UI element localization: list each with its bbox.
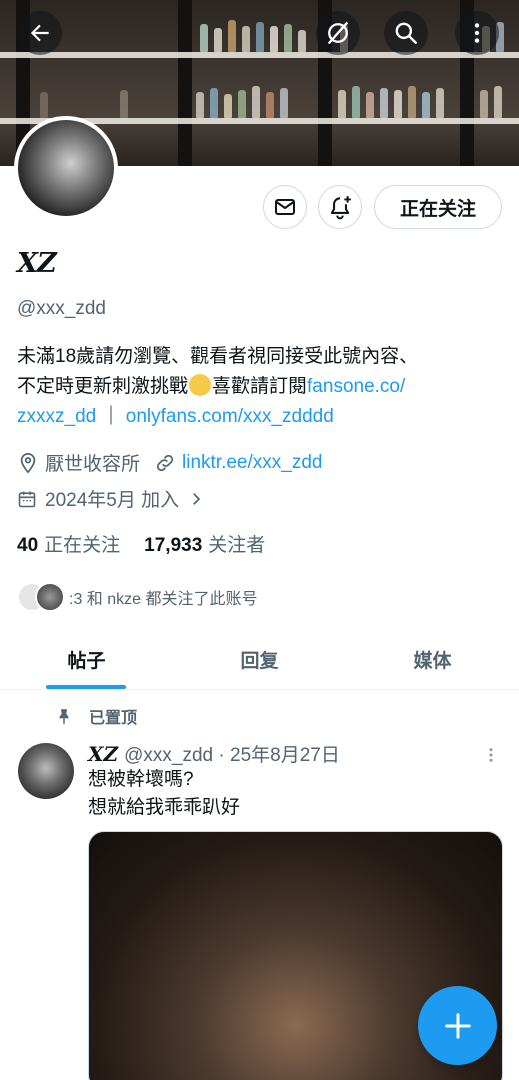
followers-stat[interactable]: 17,933 关注者 xyxy=(144,530,265,557)
back-button[interactable] xyxy=(18,11,62,55)
following-count: 40 xyxy=(17,535,39,556)
bio-link-fansone[interactable]: fansone.co/ xyxy=(307,376,405,397)
banner-decor xyxy=(196,92,204,118)
banner-decor xyxy=(256,22,264,52)
tab-label: 媒体 xyxy=(413,651,452,672)
pinned-label: 已置顶 xyxy=(89,710,138,727)
post-avatar[interactable] xyxy=(18,743,74,799)
banner-decor xyxy=(480,90,488,118)
message-button[interactable] xyxy=(263,185,307,229)
tab-media[interactable]: 媒体 xyxy=(346,630,519,689)
followers-label: 关注者 xyxy=(208,535,266,556)
search-icon xyxy=(395,22,417,44)
bio-line: 不定時更新刺激挑戰 喜歡請訂閱fansone.co/ xyxy=(17,372,507,402)
bell-plus-icon xyxy=(330,196,351,220)
grok-button[interactable] xyxy=(316,11,360,55)
post-author[interactable]: XZ xyxy=(88,742,118,766)
tab-label: 回复 xyxy=(240,651,279,672)
plus-icon xyxy=(444,1012,471,1039)
banner-decor xyxy=(242,26,250,52)
banner-decor xyxy=(394,90,402,118)
more-button[interactable] xyxy=(455,11,499,55)
pinned-indicator: 已置顶 xyxy=(55,704,137,728)
banner-decor xyxy=(352,86,360,118)
envelope-icon xyxy=(275,199,295,215)
search-button[interactable] xyxy=(384,11,428,55)
post-text: 想被幹壞嗎? 想就給我乖乖趴好 xyxy=(88,766,240,822)
banner-decor xyxy=(284,24,292,52)
bio-text: 喜歡請訂閱 xyxy=(212,376,308,397)
banner-decor xyxy=(228,20,236,52)
following-label: 正在关注 xyxy=(44,535,121,556)
followers-count: 17,933 xyxy=(144,535,203,556)
profile-tabs: 帖子 回复 媒体 xyxy=(0,630,519,690)
tab-replies[interactable]: 回复 xyxy=(173,630,346,689)
banner-decor xyxy=(120,90,128,118)
calendar-icon xyxy=(18,491,36,507)
banner-decor xyxy=(270,26,278,52)
mutual-text: :3 和 nkze 都关注了此账号 xyxy=(69,591,258,608)
user-handle: @xxx_zdd xyxy=(17,298,106,319)
pin-icon xyxy=(59,709,69,725)
shushing-emoji-icon xyxy=(189,374,212,396)
website-link[interactable]: linktr.ee/xxx_zdd xyxy=(182,452,322,474)
banner-decor xyxy=(40,92,48,118)
following-button[interactable]: 正在关注 xyxy=(374,185,502,229)
post-more-button[interactable] xyxy=(482,744,500,771)
banner-decor xyxy=(210,88,218,118)
following-stat[interactable]: 40 正在关注 xyxy=(17,530,120,557)
banner-decor xyxy=(422,92,430,118)
post-line: 想就給我乖乖趴好 xyxy=(88,797,241,818)
compose-button[interactable] xyxy=(418,986,497,1065)
post-line: 想被幹壞嗎? xyxy=(88,769,194,790)
bio-text: 不定時更新刺激挑戰 xyxy=(17,376,189,397)
banner-decor xyxy=(0,52,519,58)
tab-posts[interactable]: 帖子 xyxy=(0,630,173,689)
banner-decor xyxy=(380,88,388,118)
chevron-right-icon xyxy=(193,492,201,505)
bio-link-fansone-cont[interactable]: zxxxz_dd xyxy=(17,406,96,427)
banner-decor xyxy=(238,90,246,118)
link-icon xyxy=(156,454,174,471)
banner-decor xyxy=(266,92,274,118)
banner-decor xyxy=(214,28,222,52)
location-text: 厭世收容所 xyxy=(45,454,141,475)
back-arrow-icon xyxy=(30,24,49,42)
banner-decor xyxy=(436,88,444,118)
banner-decor xyxy=(280,88,288,118)
post-handle-date: @xxx_zdd · 25年8月27日 xyxy=(124,745,340,766)
banner-decor xyxy=(178,0,192,166)
profile-avatar[interactable] xyxy=(14,116,118,220)
profile-meta-row: 厭世收容所 linktr.ee/xxx_zdd xyxy=(17,449,322,476)
banner-decor xyxy=(494,86,502,118)
grok-icon xyxy=(327,21,349,45)
notifications-button[interactable] xyxy=(318,185,362,229)
tab-label: 帖子 xyxy=(67,651,106,672)
banner-decor xyxy=(298,30,306,52)
banner-decor xyxy=(200,24,208,52)
bio-separator: ｜ xyxy=(96,406,121,427)
mutual-followers[interactable]: :3 和 nkze 都关注了此账号 xyxy=(17,582,257,612)
post-header: XZ @xxx_zdd · 25年8月27日 xyxy=(88,740,340,767)
mutual-avatar xyxy=(35,582,65,612)
more-vertical-icon xyxy=(489,748,493,762)
banner-decor xyxy=(252,86,260,118)
display-name: XZ xyxy=(17,248,57,279)
banner-decor xyxy=(338,90,346,118)
bio-line: zxxxz_dd ｜ onlyfans.com/xxx_zdddd xyxy=(17,402,507,432)
banner-decor xyxy=(408,86,416,118)
more-vertical-icon xyxy=(474,23,480,43)
bio-link-onlyfans[interactable]: onlyfans.com/xxx_zdddd xyxy=(126,406,334,427)
banner-decor xyxy=(224,94,232,118)
follow-stats: 40 正在关注 17,933 关注者 xyxy=(17,530,265,557)
joined-date: 2024年5月 加入 xyxy=(45,490,180,511)
profile-bio: 未滿18歲請勿瀏覽、觀看者視同接受此號內容、 不定時更新刺激挑戰 喜歡請訂閱fan… xyxy=(17,342,507,432)
bio-line: 未滿18歲請勿瀏覽、觀看者視同接受此號內容、 xyxy=(17,346,419,367)
active-tab-indicator xyxy=(46,685,126,689)
location-pin-icon xyxy=(20,452,36,473)
joined-row[interactable]: 2024年5月 加入 xyxy=(17,485,205,512)
banner-decor xyxy=(366,92,374,118)
